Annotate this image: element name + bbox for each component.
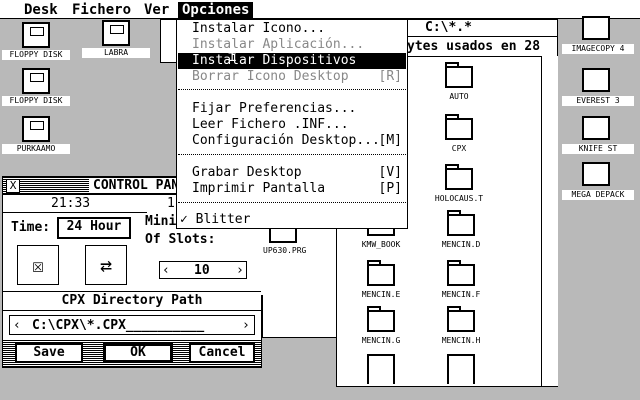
menu-item-fijar-preferencias[interactable]: Fijar Preferencias... (178, 101, 406, 117)
folder-icon[interactable] (447, 354, 475, 384)
labra-drive-icon[interactable]: LABRA (82, 20, 150, 60)
program-icon (582, 162, 610, 186)
folder-icon (447, 310, 475, 332)
opciones-dropdown: Instalar Icono... Instalar Aplicación...… (176, 19, 408, 229)
date-display-partial: 1 (167, 196, 175, 211)
everest-icon[interactable]: EVEREST 3 (562, 68, 634, 110)
folder-icon (367, 264, 395, 286)
folder-item[interactable]: AUTO (419, 60, 499, 110)
menu-item-instalar-icono[interactable]: Instalar Icono... (178, 21, 406, 37)
menu-desk[interactable]: Desk (20, 2, 62, 18)
program-icon (582, 116, 610, 140)
floppy-disk-icon (22, 22, 50, 48)
folder-item[interactable]: MENCIN.D (421, 208, 501, 258)
ok-button[interactable]: OK (103, 343, 173, 363)
drive-icon (22, 116, 50, 142)
file-label: UP630.PRG (263, 246, 307, 255)
folder-item[interactable]: HOLOCAUS.T (419, 162, 499, 212)
folder-icon (447, 264, 475, 286)
slots-stepper: ‹ 10 › (159, 261, 247, 279)
hard-drive-icon (102, 20, 130, 46)
menu-fichero[interactable]: Fichero (68, 2, 135, 18)
folder-item[interactable]: MENCIN.F (421, 258, 501, 308)
right-arrow-icon[interactable]: › (242, 319, 250, 332)
cancel-button[interactable]: Cancel (189, 343, 255, 363)
menu-item-configuracion-desktop[interactable]: Configuración Desktop... [M] (178, 133, 406, 149)
menu-item-leer-fichero[interactable]: Leer Fichero .INF... (178, 117, 406, 133)
menu-separator (178, 154, 406, 155)
time-label: Time: (11, 220, 51, 235)
time-format-button[interactable]: 24 Hour (57, 217, 131, 239)
labra-label: LABRA (82, 48, 150, 58)
menu-item-instalar-aplicacion: Instalar Aplicación... (192, 37, 365, 52)
decrement-arrow-icon[interactable]: ‹ (162, 264, 170, 277)
menu-separator (178, 202, 406, 203)
mouse-cursor-icon: ⌶ (228, 49, 237, 65)
folder-item[interactable]: MENCIN.G (341, 304, 421, 354)
menu-separator (178, 89, 406, 90)
vertical-scrollbar[interactable] (541, 56, 558, 386)
menu-item-blitter[interactable]: ✓ Blitter (178, 212, 406, 228)
divider (3, 310, 261, 311)
clock-display: 21:33 (51, 196, 91, 211)
folder-item[interactable]: MENCIN.E (341, 258, 421, 308)
menu-opciones[interactable]: Opciones (178, 2, 254, 18)
floppy-a-icon[interactable]: FLOPPY DISK (2, 22, 70, 62)
divider (3, 291, 261, 292)
folder-item[interactable]: CPX (419, 112, 499, 162)
floppy-a-label: FLOPPY DISK (2, 50, 70, 60)
save-button[interactable]: Save (15, 343, 83, 363)
divider (3, 212, 147, 213)
checkmark-icon: ✓ (180, 212, 188, 227)
folder-icon (445, 118, 473, 140)
slots-label-line1: Mini (145, 214, 177, 229)
cpx-reload-icon[interactable]: ⇄ (85, 245, 127, 285)
dir-path-value: C:\CPX\*.CPX__________ (32, 318, 205, 333)
menu-item-grabar-desktop[interactable]: Grabar Desktop [V] (178, 165, 406, 181)
menu-item-instalar-dispositivos[interactable]: Instalar Dispositivos (178, 53, 406, 69)
dir-path-label: CPX Directory Path (61, 293, 203, 308)
knife-icon[interactable]: KNIFE ST (562, 116, 634, 158)
mega-depack-icon[interactable]: MEGA DEPACK (562, 162, 634, 204)
imagecopy-icon[interactable]: IMAGECOPY 4 (562, 16, 634, 58)
floppy-disk-icon (22, 68, 50, 94)
menu-item-borrar-icono: Borrar Icono Desktop [R] (192, 69, 402, 84)
folder-icon (447, 214, 475, 236)
slots-value: 10 (194, 263, 210, 278)
folder-icon (367, 310, 395, 332)
folder-icon (445, 168, 473, 190)
control-panel-title: CONTROL PAN (89, 179, 184, 193)
purkaamo-icon[interactable]: PURKAAMO (2, 116, 70, 156)
left-arrow-icon[interactable]: ‹ (13, 319, 21, 332)
menu-item-imprimir-pantalla[interactable]: Imprimir Pantalla [P] (178, 181, 406, 197)
cpx-checklist-icon[interactable]: ☒ (17, 245, 59, 285)
window-title[interactable]: C:\*.* (425, 21, 472, 34)
window-info: ytes usados en 28 (407, 39, 541, 54)
folder-item[interactable]: MENCIN.H (421, 304, 501, 354)
program-icon (582, 68, 610, 92)
purkaamo-label: PURKAAMO (2, 144, 70, 154)
close-box-icon[interactable]: X (6, 179, 20, 193)
floppy-b-label: FLOPPY DISK (2, 96, 70, 106)
menu-ver[interactable]: Ver (140, 2, 173, 18)
dir-path-field[interactable]: ‹ C:\CPX\*.CPX__________ › (9, 315, 255, 335)
program-icon (582, 16, 610, 40)
folder-icon[interactable] (367, 354, 395, 384)
folder-icon (445, 66, 473, 88)
floppy-b-icon[interactable]: FLOPPY DISK (2, 68, 70, 108)
menu-bar: Desk Fichero Ver Opciones (0, 0, 640, 19)
slots-label-line2: Of Slots: (145, 232, 216, 247)
increment-arrow-icon[interactable]: › (236, 264, 244, 277)
